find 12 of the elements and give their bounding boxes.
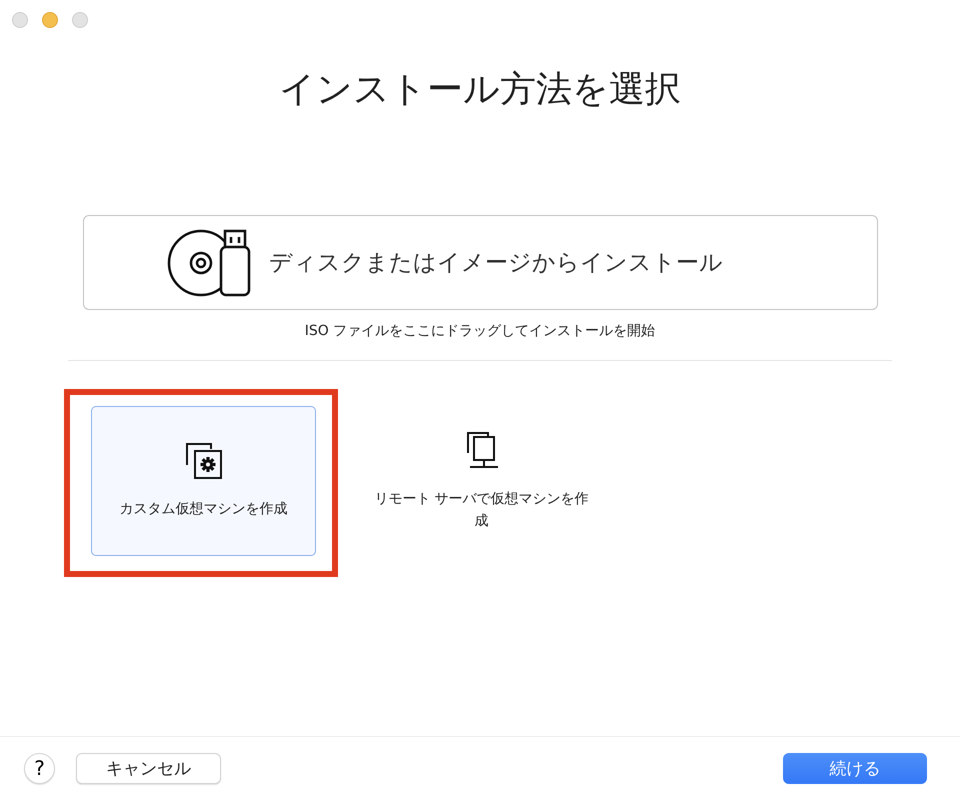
install-from-disk-button[interactable]: ディスクまたはイメージからインストール: [82, 215, 878, 310]
option-card[interactable]: カスタム仮想マシンを作成: [91, 406, 316, 556]
page-title: インストール方法を選択: [279, 68, 681, 112]
continue-button[interactable]: 続ける: [783, 752, 927, 784]
drag-hint: ISO ファイルをここにドラッグしてインストールを開始: [304, 322, 656, 340]
help-button[interactable]: ?: [24, 752, 55, 784]
window-control-dot[interactable]: [12, 12, 28, 28]
cancel-button[interactable]: キャンセル: [76, 752, 221, 784]
gear-window-icon: [184, 441, 224, 482]
window-control-dot[interactable]: [42, 12, 58, 28]
option-card[interactable]: リモート サーバで仮想マシンを作成: [369, 406, 594, 556]
window-control-dot[interactable]: [72, 12, 88, 28]
